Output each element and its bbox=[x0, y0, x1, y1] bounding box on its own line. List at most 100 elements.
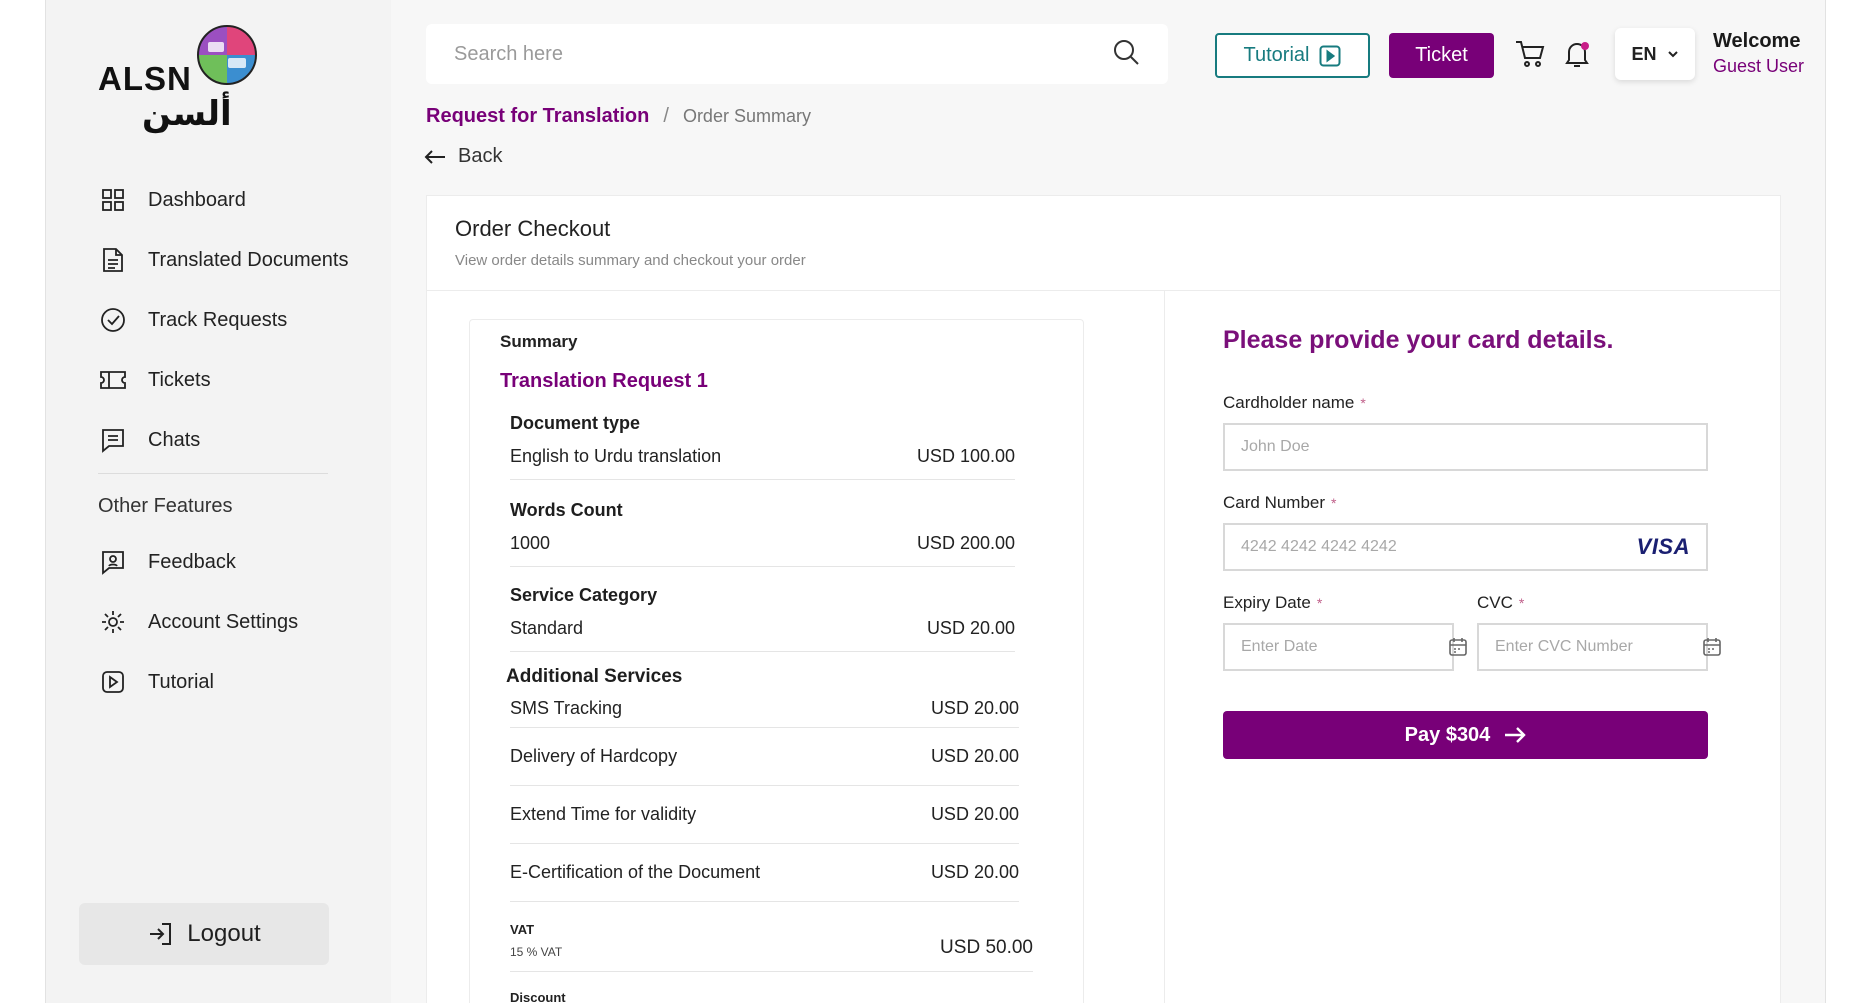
service-row: E-Certification of the Document USD 20.0… bbox=[510, 844, 1019, 902]
checkout-subtitle: View order details summary and checkout … bbox=[455, 252, 806, 269]
sidebar-item-dashboard[interactable]: Dashboard bbox=[98, 170, 388, 230]
sidebar-item-chats[interactable]: Chats bbox=[98, 410, 388, 470]
service-row: Extend Time for validity USD 20.00 bbox=[510, 786, 1019, 844]
alsn-logo[interactable]: ALSN ألسن bbox=[98, 24, 268, 134]
cvc-label: CVC * bbox=[1477, 593, 1708, 613]
other-features-heading: Other Features bbox=[98, 495, 233, 517]
required-mark: * bbox=[1331, 495, 1337, 511]
breadcrumb-separator: / bbox=[663, 105, 669, 127]
service-category-label: Service Category bbox=[510, 585, 658, 605]
sidebar: ALSN ألسن Dashboard Translated Documents bbox=[46, 0, 391, 1003]
summary-item: English to Urdu translation bbox=[510, 446, 722, 466]
logout-label: Logout bbox=[187, 920, 261, 947]
checkout-title: Order Checkout bbox=[455, 216, 611, 241]
vat-label: VAT bbox=[510, 922, 535, 937]
logo-text: ALSN bbox=[98, 60, 192, 97]
ticket-button-label: Ticket bbox=[1415, 44, 1468, 66]
service-price: USD 20.00 bbox=[930, 862, 1019, 882]
cardholder-label: Cardholder name * bbox=[1223, 393, 1708, 413]
summary-price: USD 20.00 bbox=[926, 618, 1015, 638]
cvc-label-text: CVC bbox=[1477, 593, 1513, 612]
sidebar-item-tutorial[interactable]: Tutorial bbox=[98, 652, 388, 712]
card-number-label: Card Number * bbox=[1223, 493, 1708, 513]
required-mark: * bbox=[1316, 595, 1323, 611]
play-icon bbox=[1319, 45, 1341, 67]
summary-price: USD 200.00 bbox=[916, 533, 1015, 553]
additional-services-heading: Additional Services bbox=[506, 666, 683, 687]
service-price: USD 20.00 bbox=[930, 804, 1019, 824]
logout-button[interactable]: Logout bbox=[79, 903, 329, 965]
play-icon bbox=[98, 667, 128, 697]
language-select[interactable]: EN bbox=[1615, 28, 1695, 80]
sidebar-item-track-requests[interactable]: Track Requests bbox=[98, 290, 388, 350]
card-number-label-text: Card Number bbox=[1223, 493, 1326, 512]
notification-bell-icon[interactable] bbox=[1561, 38, 1593, 75]
cart-icon[interactable] bbox=[1514, 38, 1546, 75]
calendar-icon[interactable] bbox=[1448, 637, 1468, 657]
summary-item: Standard bbox=[510, 618, 584, 638]
sidebar-item-label: Account Settings bbox=[148, 610, 299, 633]
vat-row: VAT 15 % VAT USD 50.00 bbox=[510, 902, 1033, 972]
service-item: Delivery of Hardcopy bbox=[510, 746, 678, 766]
discount-label: Discount bbox=[510, 990, 566, 1003]
expiry-label-text: Expiry Date bbox=[1223, 593, 1311, 612]
cardholder-field bbox=[1223, 423, 1708, 471]
sidebar-item-label: Feedback bbox=[148, 550, 236, 573]
sidebar-item-account-settings[interactable]: Account Settings bbox=[98, 592, 388, 652]
summary-row: English to Urdu translation USD 100.00 bbox=[510, 446, 1015, 480]
tutorial-button-label: Tutorial bbox=[1243, 44, 1310, 66]
ticket-button[interactable]: Ticket bbox=[1389, 33, 1494, 78]
app-frame: ALSN ألسن Dashboard Translated Documents bbox=[45, 0, 1826, 1003]
arrow-right-icon bbox=[1504, 726, 1527, 744]
summary-price: USD 100.00 bbox=[916, 446, 1015, 466]
search-input[interactable] bbox=[454, 42, 1112, 66]
summary-row: 1000 USD 200.00 bbox=[510, 533, 1015, 567]
dashboard-grid-icon bbox=[98, 185, 128, 215]
cardholder-label-text: Cardholder name bbox=[1223, 393, 1355, 412]
document-type-label: Document type bbox=[510, 413, 641, 433]
sidebar-item-feedback[interactable]: Feedback bbox=[98, 532, 388, 592]
sidebar-item-label: Translated Documents bbox=[148, 248, 349, 271]
back-label: Back bbox=[458, 145, 503, 167]
user-name[interactable]: Guest User bbox=[1713, 56, 1823, 77]
summary-heading: Summary bbox=[500, 332, 578, 351]
ticket-icon bbox=[98, 365, 128, 395]
chevron-down-icon bbox=[1667, 50, 1679, 58]
required-mark: * bbox=[1518, 595, 1525, 611]
service-item: SMS Tracking bbox=[510, 698, 623, 718]
expiry-input[interactable] bbox=[1241, 638, 1448, 656]
search-icon[interactable] bbox=[1112, 38, 1140, 71]
language-value: EN bbox=[1631, 43, 1657, 64]
sidebar-item-tickets[interactable]: Tickets bbox=[98, 350, 388, 410]
order-checkout-card: Order Checkout View order details summar… bbox=[426, 195, 1781, 1003]
sidebar-item-label: Tickets bbox=[148, 368, 211, 391]
service-row: Delivery of Hardcopy USD 20.00 bbox=[510, 728, 1019, 786]
service-row: SMS Tracking USD 20.00 bbox=[510, 688, 1019, 728]
cvc-input[interactable] bbox=[1495, 638, 1702, 656]
payment-form: Please provide your card details. Cardho… bbox=[1223, 326, 1721, 759]
words-count-label: Words Count bbox=[510, 500, 623, 520]
summary-item: 1000 bbox=[510, 533, 551, 553]
search-bar bbox=[426, 24, 1168, 84]
calendar-icon[interactable] bbox=[1702, 637, 1722, 657]
card-number-input[interactable] bbox=[1241, 538, 1637, 556]
welcome-text: Welcome bbox=[1713, 30, 1801, 52]
service-item: Extend Time for validity bbox=[510, 804, 697, 824]
back-button[interactable]: Back bbox=[424, 145, 502, 168]
pay-button[interactable]: Pay $304 bbox=[1223, 711, 1708, 759]
document-icon bbox=[98, 245, 128, 275]
user-welcome: Welcome Guest User bbox=[1713, 30, 1823, 77]
sidebar-item-label: Track Requests bbox=[148, 308, 288, 331]
tutorial-button[interactable]: Tutorial bbox=[1215, 33, 1370, 78]
sidebar-item-label: Dashboard bbox=[148, 188, 246, 211]
breadcrumb-parent-link[interactable]: Request for Translation bbox=[426, 105, 649, 128]
breadcrumb-current: Order Summary bbox=[682, 106, 811, 126]
sidebar-divider bbox=[98, 473, 328, 474]
card-number-field: VISA bbox=[1223, 523, 1708, 571]
required-mark: * bbox=[1360, 395, 1366, 411]
sidebar-item-translated-documents[interactable]: Translated Documents bbox=[98, 230, 388, 290]
logo-globe-icon bbox=[197, 25, 257, 85]
cardholder-input[interactable] bbox=[1241, 438, 1690, 456]
check-circle-icon bbox=[98, 305, 128, 335]
payment-title: Please provide your card details. bbox=[1223, 326, 1614, 354]
